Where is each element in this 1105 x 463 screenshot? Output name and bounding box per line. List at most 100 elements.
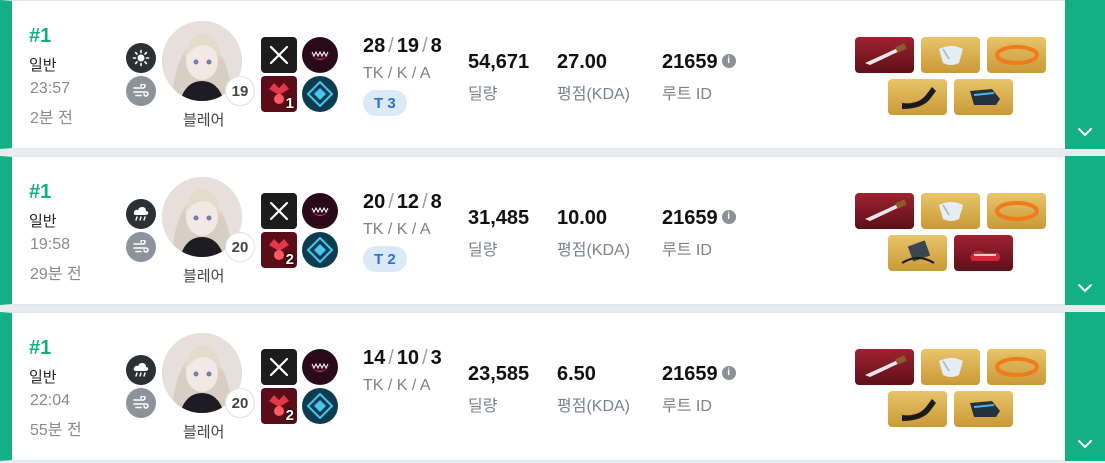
weapon-skill-icon[interactable] [261, 193, 297, 229]
game-duration: 19:58 [30, 236, 71, 253]
kda-label: TK / K / A [363, 65, 431, 82]
chevron-down-icon [1078, 128, 1092, 137]
kda-values: 28/19/8 [363, 35, 442, 57]
game-mode: 일반 [29, 57, 57, 74]
route-id-value: 21659 i [662, 51, 736, 74]
sun-icon [126, 43, 156, 73]
tactical-skill-icon[interactable] [302, 193, 338, 229]
weapon-skill-icon[interactable] [261, 37, 297, 73]
character-level: 19 [225, 76, 255, 106]
item-arm[interactable] [888, 79, 947, 115]
item-weapon[interactable] [855, 193, 914, 229]
damage-value: 54,671 [468, 51, 530, 73]
match-card[interactable]: #1 일반 23:57 2분 전 19 블레어 1 28/19/8 TK / K… [0, 0, 1105, 149]
damage-label: 딜량 [468, 398, 498, 415]
kda-label: TK / K / A [363, 221, 431, 238]
match-card[interactable]: #1 일반 19:58 29분 전 20 블레어 2 20/12/8 TK / … [0, 156, 1105, 305]
tier-badge: T 3 [363, 90, 407, 116]
wind-icon [126, 388, 156, 418]
assists: 8 [430, 35, 442, 57]
game-duration: 22:04 [30, 392, 71, 409]
cloud-rain-icon [126, 199, 156, 229]
augment-icon[interactable] [302, 76, 338, 112]
weapon-skill-icon[interactable] [261, 349, 297, 385]
damage-value: 31,485 [468, 207, 530, 229]
score-value: 10.00 [557, 207, 608, 229]
cloud-rain-icon [126, 355, 156, 385]
tactical-skill-icon[interactable] [302, 37, 338, 73]
trait-level: 2 [285, 407, 294, 424]
tier-badge: T 2 [363, 246, 407, 272]
kda-values: 14/10/3 [363, 347, 442, 369]
damage-value: 23,585 [468, 363, 530, 385]
kda-label: TK / K / A [363, 377, 431, 394]
item-weapon[interactable] [855, 37, 914, 73]
assists: 3 [430, 347, 442, 369]
info-icon[interactable]: i [721, 209, 736, 224]
expand-button[interactable] [1065, 312, 1105, 461]
wind-icon [126, 76, 156, 106]
item-arm[interactable] [888, 235, 947, 271]
team-kills: 20 [363, 191, 386, 213]
route-id-label: 루트 ID [662, 398, 712, 415]
item-chest[interactable] [921, 193, 980, 229]
damage-label: 딜량 [468, 86, 498, 103]
score-value: 6.50 [557, 363, 596, 385]
kills: 10 [396, 347, 420, 369]
time-ago: 2분 전 [30, 110, 73, 127]
item-arm[interactable] [888, 391, 947, 427]
trait-level: 1 [285, 95, 294, 112]
chevron-down-icon [1078, 440, 1092, 449]
trait-icon[interactable]: 1 [261, 76, 297, 112]
game-duration: 23:57 [30, 80, 71, 97]
route-id-value: 21659 i [662, 207, 736, 230]
route-id-label: 루트 ID [662, 86, 712, 103]
kills: 19 [396, 35, 420, 57]
expand-button[interactable] [1065, 0, 1105, 149]
info-icon[interactable]: i [721, 53, 736, 68]
time-ago: 29분 전 [30, 266, 82, 283]
info-icon[interactable]: i [721, 365, 736, 380]
team-kills: 28 [363, 35, 386, 57]
score-label: 평점(KDA) [557, 86, 630, 103]
character-name: 블레어 [183, 268, 225, 285]
character-name: 블레어 [183, 424, 225, 441]
tactical-skill-icon[interactable] [302, 349, 338, 385]
rank: #1 [29, 181, 52, 203]
assists: 8 [430, 191, 442, 213]
rank: #1 [29, 337, 52, 359]
time-ago: 55분 전 [30, 422, 82, 439]
match-card[interactable]: #1 일반 22:04 55분 전 20 블레어 2 14/10/3 TK / … [0, 312, 1105, 461]
wind-icon [126, 232, 156, 262]
expand-button[interactable] [1065, 156, 1105, 305]
augment-icon[interactable] [302, 232, 338, 268]
rank: #1 [29, 25, 52, 47]
character-level: 20 [225, 232, 255, 262]
trait-icon[interactable]: 2 [261, 232, 297, 268]
trait-level: 2 [285, 251, 294, 268]
item-weapon[interactable] [855, 349, 914, 385]
team-kills: 14 [363, 347, 386, 369]
item-head[interactable] [987, 349, 1046, 385]
character-level: 20 [225, 388, 255, 418]
score-value: 27.00 [557, 51, 608, 73]
game-mode: 일반 [29, 213, 57, 230]
item-leg[interactable] [954, 391, 1013, 427]
game-mode: 일반 [29, 369, 57, 386]
item-leg[interactable] [954, 235, 1013, 271]
damage-label: 딜량 [468, 242, 498, 259]
kills: 12 [396, 191, 420, 213]
item-chest[interactable] [921, 37, 980, 73]
score-label: 평점(KDA) [557, 398, 630, 415]
item-leg[interactable] [954, 79, 1013, 115]
route-id-label: 루트 ID [662, 242, 712, 259]
augment-icon[interactable] [302, 388, 338, 424]
route-id-value: 21659 i [662, 363, 736, 386]
trait-icon[interactable]: 2 [261, 388, 297, 424]
item-head[interactable] [987, 37, 1046, 73]
score-label: 평점(KDA) [557, 242, 630, 259]
kda-values: 20/12/8 [363, 191, 442, 213]
item-head[interactable] [987, 193, 1046, 229]
item-chest[interactable] [921, 349, 980, 385]
chevron-down-icon [1078, 284, 1092, 293]
